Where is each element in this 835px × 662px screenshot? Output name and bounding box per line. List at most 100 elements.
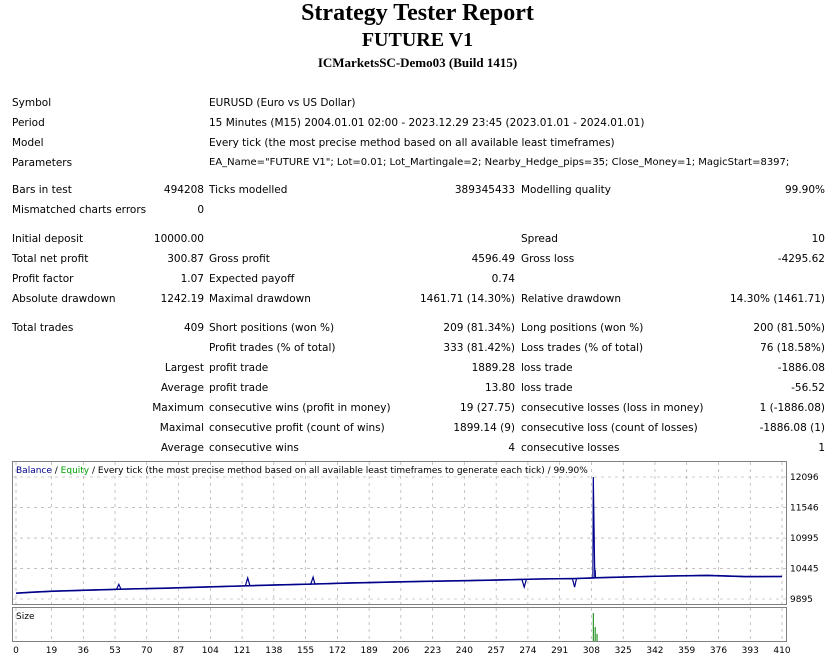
y-tick-label: 10995 — [790, 534, 819, 544]
x-tick-label: 257 — [488, 646, 505, 656]
max-consec-wins-label: consecutive wins (profit in money) — [209, 402, 391, 414]
y-tick-label: 11546 — [790, 503, 819, 513]
expert-name: FUTURE V1 — [361, 29, 474, 51]
abs-drawdown-label: Absolute drawdown — [12, 293, 116, 305]
rel-drawdown-value: 14.30% (1461.71) — [730, 293, 825, 305]
quality-value: 99.90% — [784, 184, 825, 196]
maximal-consec-profit-value: 1899.14 (9) — [453, 422, 515, 434]
x-tick-label: 0 — [13, 646, 19, 656]
total-trades-value: 409 — [183, 322, 204, 334]
spread-value: 10 — [811, 233, 825, 245]
x-tick-label: 36 — [78, 646, 90, 656]
x-tick-label: 240 — [456, 646, 473, 656]
long-positions-value: 200 (81.50%) — [753, 322, 825, 334]
avg-consec-wins-value: 4 — [508, 442, 515, 454]
y-tick-label: 12096 — [790, 473, 819, 483]
short-positions-value: 209 (81.34%) — [443, 322, 515, 334]
x-tick-label: 121 — [233, 646, 250, 656]
rel-drawdown-label: Relative drawdown — [521, 293, 622, 305]
server-info: ICMarketsSC-Demo03 (Build 1415) — [317, 55, 518, 70]
bars-label: Bars in test — [12, 184, 72, 196]
maximal-label: Maximal — [159, 422, 204, 434]
largest-profit-label: profit trade — [209, 362, 269, 374]
average-profit-value: 13.80 — [484, 382, 515, 394]
average-loss-label: loss trade — [521, 382, 573, 394]
profit-factor-label: Profit factor — [12, 273, 74, 285]
x-tick-label: 189 — [361, 646, 378, 656]
y-tick-label: 10445 — [790, 565, 819, 575]
symbol-value: EURUSD (Euro vs US Dollar) — [209, 97, 356, 109]
profit-trades-label: Profit trades (% of total) — [209, 342, 336, 354]
maximal-consec-loss-value: -1886.08 (1) — [759, 422, 825, 434]
main-plot-frame — [12, 461, 787, 605]
legend-equity: Equity — [61, 466, 90, 476]
bars-value: 494208 — [163, 184, 204, 196]
size-label: Size — [16, 612, 35, 622]
gross-loss-value: -4295.62 — [777, 253, 825, 265]
x-tick-label: 308 — [583, 646, 600, 656]
chart-legend: Balance / Equity / Every tick (the most … — [16, 466, 588, 476]
profit-trades-value: 333 (81.42%) — [443, 342, 515, 354]
loss-trades-label: Loss trades (% of total) — [521, 342, 644, 354]
average-loss-value: -56.52 — [791, 382, 825, 394]
x-tick-label: 376 — [710, 646, 727, 656]
x-tick-label: 206 — [392, 646, 409, 656]
avg-consec-losses-label: consecutive losses — [521, 442, 620, 454]
y-tick-label: 9895 — [790, 595, 813, 605]
net-profit-label: Total net profit — [12, 253, 89, 265]
maximal-consec-loss-label: consecutive loss (count of losses) — [521, 422, 698, 434]
x-tick-label: 223 — [424, 646, 441, 656]
total-trades-label: Total trades — [12, 322, 74, 334]
largest-loss-value: -1886.08 — [777, 362, 825, 374]
period-value: 15 Minutes (M15) 2004.01.01 02:00 - 2023… — [209, 117, 645, 129]
expected-payoff-value: 0.74 — [491, 273, 515, 285]
max-consec-losses-value: 1 (-1886.08) — [759, 402, 825, 414]
x-tick-label: 359 — [678, 646, 695, 656]
max-drawdown-label: Maximal drawdown — [209, 293, 311, 305]
long-positions-label: Long positions (won %) — [521, 322, 644, 334]
parameters-value: EA_Name="FUTURE V1"; Lot=0.01; Lot_Marti… — [209, 157, 790, 168]
avg-consec-wins-label: consecutive wins — [209, 442, 299, 454]
average-label: Average — [160, 382, 204, 394]
deposit-value: 10000.00 — [153, 233, 204, 245]
max-drawdown-value: 1461.71 (14.30%) — [420, 293, 515, 305]
maximal-consec-profit-label: consecutive profit (count of wins) — [209, 422, 385, 434]
gross-profit-label: Gross profit — [209, 253, 270, 265]
period-label: Period — [12, 117, 45, 129]
loss-trades-value: 76 (18.58%) — [760, 342, 825, 354]
balance-chart: Balance / Equity / Every tick (the most … — [12, 461, 826, 657]
deposit-label: Initial deposit — [12, 233, 84, 245]
max-consec-losses-label: consecutive losses (loss in money) — [521, 402, 704, 414]
x-tick-label: 393 — [742, 646, 759, 656]
x-tick-label: 274 — [519, 646, 536, 656]
report-title: Strategy Tester Report — [301, 0, 534, 26]
x-tick-label: 172 — [329, 646, 346, 656]
largest-loss-label: loss trade — [521, 362, 573, 374]
x-tick-label: 19 — [46, 646, 58, 656]
mismatch-label: Mismatched charts errors — [12, 204, 147, 216]
quality-label: Modelling quality — [521, 184, 611, 196]
largest-label: Largest — [164, 362, 204, 374]
balance-chart-svg: Balance / Equity / Every tick (the most … — [12, 461, 819, 656]
net-profit-value: 300.87 — [167, 253, 204, 265]
x-tick-label: 70 — [141, 646, 153, 656]
maximum-label: Maximum — [152, 402, 204, 414]
x-tick-label: 155 — [297, 646, 314, 656]
avg-consec-losses-value: 1 — [818, 442, 825, 454]
legend-description: / Every tick (the most precise method ba… — [89, 466, 588, 476]
symbol-label: Symbol — [12, 97, 52, 109]
legend-sep: / — [52, 466, 61, 476]
spread-label: Spread — [521, 233, 558, 245]
ticks-label: Ticks modelled — [209, 184, 288, 196]
size-plot-frame — [12, 607, 787, 642]
x-tick-label: 410 — [773, 646, 790, 656]
mismatch-value: 0 — [197, 204, 204, 216]
x-tick-label: 342 — [646, 646, 663, 656]
x-tick-label: 138 — [265, 646, 282, 656]
profit-factor-value: 1.07 — [180, 273, 204, 285]
gross-profit-value: 4596.49 — [471, 253, 515, 265]
parameters-label: Parameters — [12, 157, 73, 169]
x-tick-label: 87 — [173, 646, 184, 656]
x-tick-label: 104 — [202, 646, 219, 656]
avg-consec-label: Average — [160, 442, 204, 454]
